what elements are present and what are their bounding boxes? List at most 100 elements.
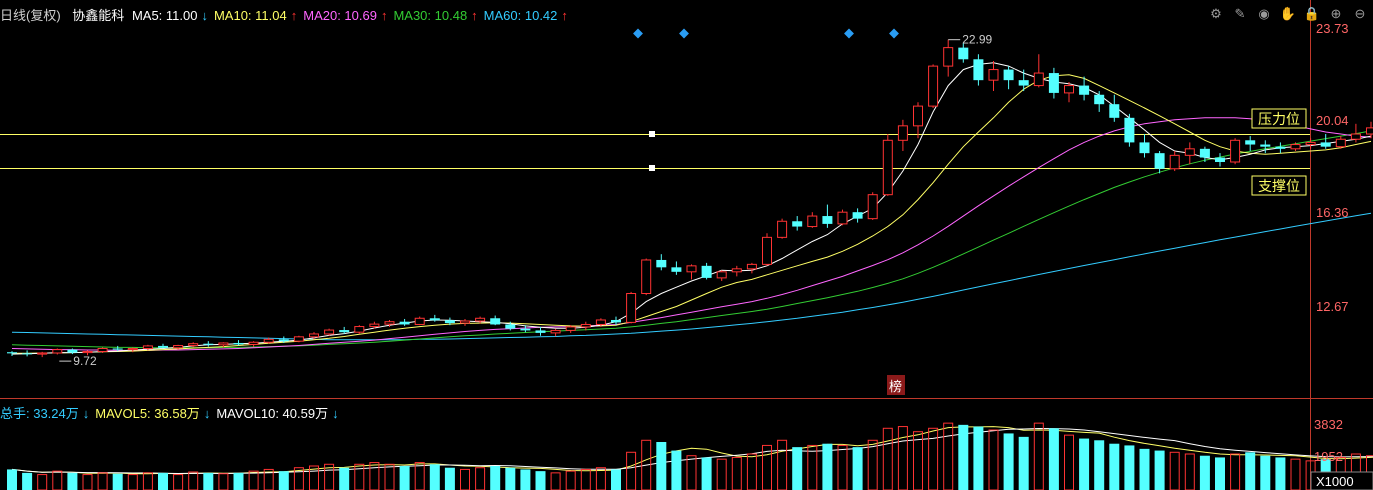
candle-body-up (1335, 138, 1346, 148)
candle-body-down (1018, 80, 1029, 86)
volume-bar-down (339, 467, 350, 490)
candle-body-up (248, 341, 259, 345)
price-tick-label: 16.36 (1316, 205, 1349, 220)
high-label: 22.99 (962, 33, 992, 47)
candle-body-up (1184, 148, 1195, 156)
volume-bar-down (611, 469, 621, 490)
volume-bar-down (1275, 457, 1286, 490)
candle-body-down (958, 47, 969, 60)
ma-legend-item-1: MA10: 11.04 (213, 8, 287, 23)
candle-body-up (324, 329, 335, 335)
candle-body-up (1064, 85, 1074, 94)
volume-bar-down (233, 472, 244, 490)
candle-body-up (897, 125, 908, 141)
ma-legend-item-arrow: ↑ (380, 8, 388, 23)
candle-body-down (822, 216, 833, 224)
volume-tick-label: 1952 (1314, 449, 1343, 464)
volume-bar-down (1124, 445, 1135, 490)
stock-name: 协鑫能科 (72, 8, 125, 23)
candle-body-up (641, 259, 652, 295)
zoom-in-icon[interactable]: ⊕ (1327, 5, 1345, 23)
volume-bar-down (203, 472, 214, 490)
vol-legend-item-arrow: ↓ (332, 406, 339, 421)
candle-body-down (1003, 69, 1014, 81)
candle-body-down (399, 321, 410, 325)
volume-bar-down (1018, 436, 1029, 490)
volume-bar-down (158, 472, 168, 490)
candle-body-up (837, 211, 848, 225)
candle-body-up (746, 263, 757, 270)
volume-bar-down (278, 471, 289, 490)
candle-body-up (369, 323, 380, 328)
candle-body-down (1154, 153, 1165, 169)
candle-body-down (1245, 140, 1256, 145)
candle-body-up (882, 139, 893, 196)
level-marker (649, 131, 655, 137)
candle-body-down (112, 348, 123, 350)
candle-body-down (278, 339, 289, 342)
candle-body-down (1275, 146, 1286, 149)
candle-body-up (309, 333, 319, 338)
candle-body-down (792, 221, 803, 227)
candle-body-down (7, 352, 17, 354)
vol-legend-item-2: MAVOL10: 40.59万 (216, 406, 329, 421)
gear-icon[interactable]: ⚙ (1207, 5, 1225, 23)
volume-header: 总手: 33.24万 ↓ MAVOL5: 36.58万 ↓ MAVOL10: 40.59… (0, 403, 349, 422)
candle-body-up (384, 321, 395, 325)
volume-unit-label: X1000 (1316, 474, 1354, 489)
ma-legend: MA5: 11.00 ↓ MA10: 11.04 ↑ MA20: 10.69 ↑ MA30:… (132, 8, 574, 23)
candle-body-up (626, 293, 637, 323)
lock-icon[interactable]: 🔒 (1303, 5, 1321, 23)
candle-body-up (686, 265, 697, 273)
candle-body-down (611, 319, 621, 323)
volume-bar-down (490, 466, 501, 490)
ma-legend-item-4: MA60: 10.42 (483, 8, 558, 23)
candle-body-down (1215, 157, 1225, 162)
ma-legend-item-arrow: ↑ (561, 8, 568, 23)
candle-body-down (1139, 142, 1150, 154)
volume-bar-down (520, 469, 531, 490)
candle-body-up (263, 338, 274, 343)
ma-legend-item-0: MA5: 11.00 (131, 8, 198, 23)
volume-bar-down (399, 466, 410, 490)
eye-icon[interactable]: ◉ (1255, 5, 1273, 23)
candle-body-up (988, 69, 999, 81)
candle-body-down (1094, 94, 1105, 105)
candle-body-up (943, 47, 954, 67)
candle-body-up (1305, 141, 1316, 146)
period-label[interactable]: 日线(复权) (0, 8, 61, 23)
candle-body-up (550, 329, 561, 334)
candle-body-up (218, 342, 229, 346)
volume-bar-down (67, 472, 78, 490)
candle-body-down (1260, 144, 1271, 147)
level-marker (649, 165, 655, 171)
candle-body-up (37, 352, 48, 355)
candle-body-down (1048, 73, 1059, 93)
vol-legend-item-arrow: ↓ (82, 406, 90, 421)
candle-body-down (505, 324, 516, 329)
candle-body-up (354, 326, 365, 333)
volume-bar-down (852, 447, 863, 490)
ma-legend-item-arrow: ↓ (201, 8, 208, 23)
volume-bar-down (1260, 455, 1271, 490)
volume-bar-down (958, 424, 969, 490)
zoom-out-icon[interactable]: ⊖ (1351, 5, 1369, 23)
candle-body-up (293, 336, 304, 342)
candle-body-up (762, 236, 772, 265)
candle-body-up (414, 317, 425, 325)
candle-body-down (535, 330, 546, 333)
volume-bar-down (671, 450, 682, 490)
candle-body-down (490, 318, 501, 325)
candle-body-up (82, 350, 93, 354)
candle-body-down (444, 320, 455, 324)
volume-bar-down (1109, 443, 1120, 490)
volume-bar-down (1215, 457, 1225, 490)
volume-bar-down (701, 457, 712, 490)
pen-icon[interactable]: ✎ (1231, 5, 1249, 23)
candle-body-down (158, 345, 168, 348)
volume-bar-down (1199, 455, 1210, 490)
candle-body-down (973, 59, 984, 81)
volume-bar-down (7, 469, 17, 490)
bang-label: 榜 (889, 379, 902, 394)
hand-icon[interactable]: ✋ (1279, 5, 1297, 23)
